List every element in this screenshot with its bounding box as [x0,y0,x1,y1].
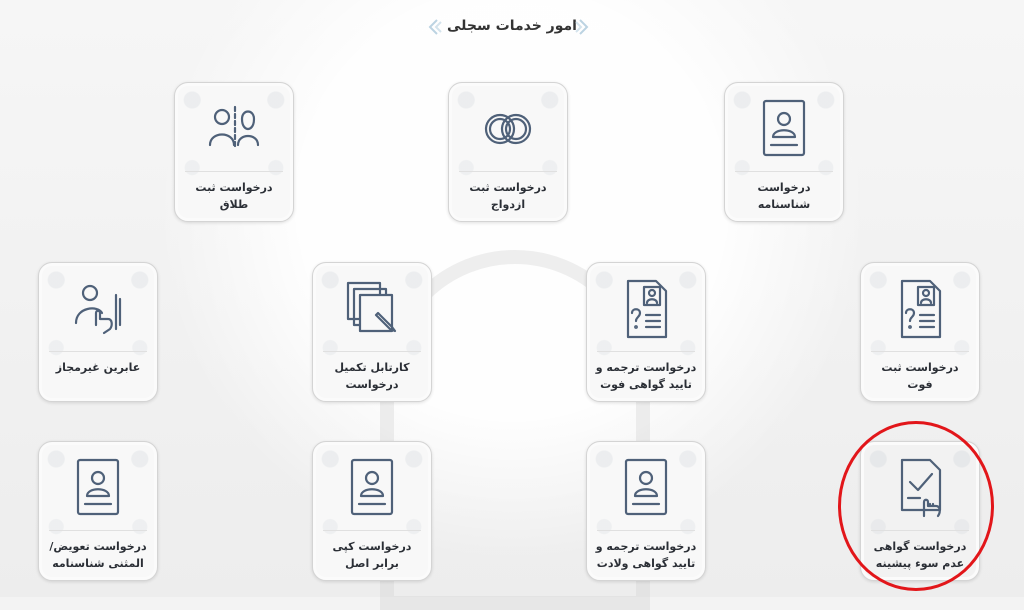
card-label: درخواست ثبت ازدواج [469,181,547,211]
document-question-icon [626,279,668,339]
card-icon-area [861,275,979,347]
id-card-icon [762,99,806,157]
card-label: کارتابل تکمیل درخواست [334,361,410,391]
card-label: درخواست ثبت طلاق [195,181,273,211]
card-divider [459,171,557,172]
service-card-birth-certificate-translation[interactable]: درخواست ترجمه و تایید گواهی ولادت [586,441,706,581]
card-divider [597,351,695,352]
document-question-icon [900,279,942,339]
card-divider [185,171,283,172]
card-label: درخواست گواهی عدم سوء پیشینه [873,540,967,570]
card-icon-area [39,454,157,526]
card-icon-area [449,95,567,167]
card-divider [871,351,969,352]
service-card-certified-copy[interactable]: درخواست کپی برابر اصل [312,441,432,581]
card-icon-area [587,454,705,526]
card-label: درخواست ثبت فوت [881,361,959,391]
service-card-no-criminal-record[interactable]: درخواست گواهی عدم سوء پیشینه [860,441,980,581]
card-icon-area [725,95,843,167]
card-divider [597,530,695,531]
card-icon-area [313,275,431,347]
card-divider [323,530,421,531]
card-icon-area [175,95,293,167]
service-card-request-completion-inbox[interactable]: کارتابل تکمیل درخواست [312,262,432,402]
service-card-divorce-registration[interactable]: درخواست ثبت طلاق [174,82,294,222]
card-label: درخواست کپی برابر اصل [332,540,412,570]
card-label: درخواست ترجمه و تایید گواهی ولادت [595,540,697,570]
section-header: امور خدمات سجلی [0,8,1024,44]
service-card-unauthorized-passers[interactable]: عابرین غیرمجاز [38,262,158,402]
document-check-touch-icon [900,458,942,518]
section-title: امور خدمات سجلی [447,18,577,34]
card-divider [871,530,969,531]
card-label: درخواست ترجمه و تایید گواهی فوت [595,361,697,391]
card-divider [49,530,147,531]
couple-divorce-icon [208,105,260,149]
card-divider [735,171,833,172]
documents-edit-icon [346,281,397,333]
card-label: عابرین غیرمجاز [55,361,141,374]
card-label: درخواست تعویض/ المثنی شناسنامه [49,540,147,570]
card-divider [49,351,147,352]
service-card-death-certificate-translation[interactable]: درخواست ترجمه و تایید گواهی فوت [586,262,706,402]
service-card-birth-certificate[interactable]: درخواست شناسنامه [724,82,844,222]
service-card-death-registration[interactable]: درخواست ثبت فوت [860,262,980,402]
card-icon-area [39,275,157,347]
id-card-icon [624,458,668,516]
id-card-icon [76,458,120,516]
card-icon-area [587,275,705,347]
service-card-replace-birth-certificate[interactable]: درخواست تعویض/ المثنی شناسنامه [38,441,158,581]
id-card-icon [350,458,394,516]
card-divider [323,351,421,352]
card-label: درخواست شناسنامه [757,181,811,211]
service-card-marriage-registration[interactable]: درخواست ثبت ازدواج [448,82,568,222]
wedding-rings-icon [484,113,532,145]
hand-touch-person-icon [74,284,122,335]
card-icon-area [313,454,431,526]
card-icon-area [861,454,979,526]
ornament-right-icon [575,19,589,35]
